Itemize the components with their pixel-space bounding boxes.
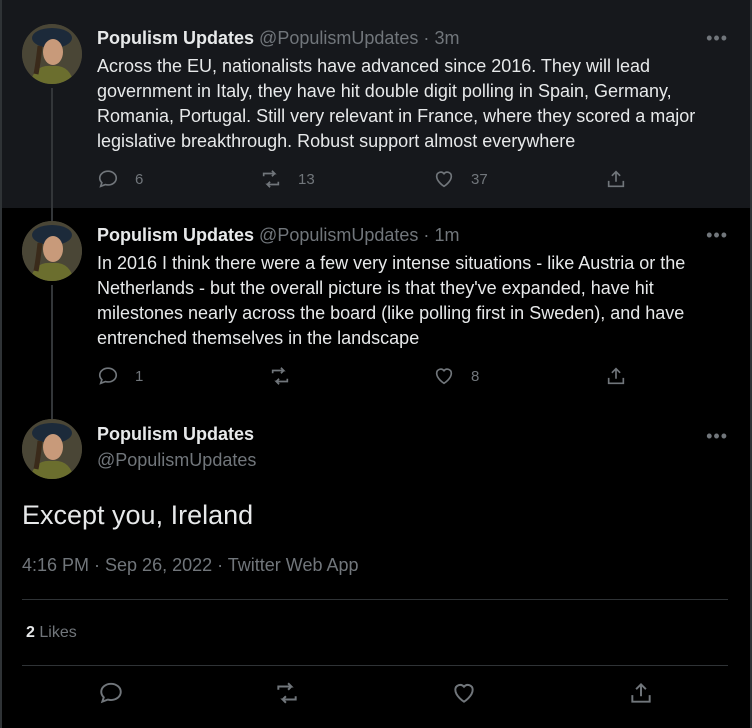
retweet-icon (277, 682, 297, 704)
thread-line (51, 88, 53, 208)
separator-dot: · (423, 28, 430, 48)
divider (22, 599, 728, 600)
main-tweet-text: Except you, Ireland (22, 500, 254, 530)
like-icon (435, 368, 453, 385)
avatar[interactable] (22, 24, 82, 84)
share-icon (631, 682, 651, 703)
retweet-button[interactable]: 13 (260, 168, 315, 190)
tweet-1[interactable]: Populism Updates @PopulismUpdates · 3m •… (0, 0, 752, 208)
avatar[interactable] (22, 221, 82, 281)
like-button[interactable]: 8 (433, 365, 479, 387)
thread-line (51, 208, 53, 221)
likes-label: Likes (39, 624, 77, 641)
reply-button[interactable]: 1 (97, 365, 143, 387)
tweet-text: Across the EU, nationalists have advance… (97, 56, 696, 151)
retweet-button[interactable] (269, 365, 291, 387)
share-button[interactable] (605, 168, 627, 190)
main-tweet-actions (0, 680, 752, 710)
like-count: 8 (471, 367, 480, 385)
likes-summary[interactable]: 2 Likes (26, 624, 77, 642)
more-icon[interactable]: ••• (706, 225, 728, 246)
like-icon (454, 683, 474, 703)
like-count: 37 (471, 170, 488, 188)
reply-icon (100, 682, 122, 704)
tweet-text: In 2016 I think there were a few very in… (97, 253, 686, 348)
divider (22, 665, 728, 666)
share-icon (607, 170, 625, 188)
column-border (0, 0, 2, 728)
share-button[interactable] (605, 365, 627, 387)
thread-line (51, 285, 53, 408)
like-button[interactable] (451, 680, 477, 706)
author-handle[interactable]: @PopulismUpdates (97, 450, 256, 471)
tweet-meta[interactable]: 4:16 PM · Sep 26, 2022 · Twitter Web App (22, 555, 359, 576)
author-name[interactable]: Populism Updates (97, 225, 254, 245)
likes-count: 2 (26, 624, 35, 641)
tweet-actions: 6 13 37 (97, 168, 637, 198)
like-button[interactable]: 37 (433, 168, 488, 190)
author-handle[interactable]: @PopulismUpdates (259, 225, 418, 245)
retweet-icon (262, 170, 280, 188)
reply-count: 1 (135, 367, 144, 385)
main-tweet: Populism Updates @PopulismUpdates ••• Ex… (0, 408, 752, 728)
tweet-actions: 1 8 (97, 365, 637, 395)
retweet-count: 13 (298, 170, 315, 188)
reply-icon (98, 170, 118, 188)
share-button[interactable] (628, 680, 654, 706)
retweet-button[interactable] (274, 680, 300, 706)
avatar[interactable] (22, 419, 82, 479)
tweet-header: Populism Updates @PopulismUpdates · 1m (97, 225, 459, 246)
tweet-time[interactable]: 3m (434, 28, 459, 48)
tweet-time[interactable]: 1m (434, 225, 459, 245)
more-icon[interactable]: ••• (706, 426, 728, 447)
like-icon (435, 171, 453, 188)
tweet-header: Populism Updates @PopulismUpdates · 3m (97, 28, 459, 49)
reply-button[interactable]: 6 (97, 168, 143, 190)
author-name[interactable]: Populism Updates (97, 424, 254, 445)
separator-dot: · (423, 225, 430, 245)
reply-button[interactable] (98, 680, 124, 706)
reply-icon (98, 367, 118, 385)
author-name[interactable]: Populism Updates (97, 28, 254, 48)
more-icon[interactable]: ••• (706, 28, 728, 49)
tweet-2[interactable]: Populism Updates @PopulismUpdates · 1m •… (0, 208, 752, 408)
retweet-icon (271, 367, 289, 385)
author-handle[interactable]: @PopulismUpdates (259, 28, 418, 48)
reply-count: 6 (135, 170, 144, 188)
share-icon (607, 367, 625, 385)
